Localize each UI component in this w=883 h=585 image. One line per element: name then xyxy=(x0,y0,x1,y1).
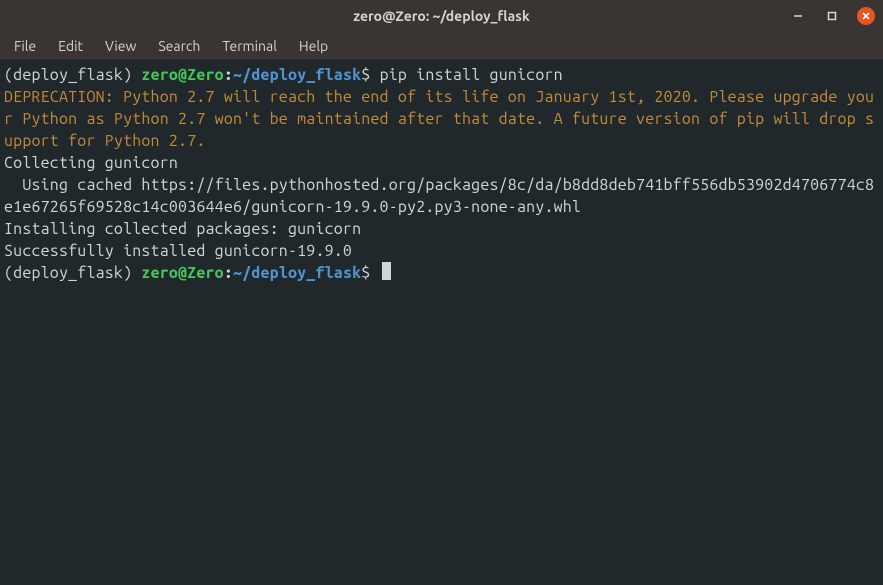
prompt-venv: (deploy_flask) xyxy=(4,66,141,84)
window-controls xyxy=(789,7,875,25)
terminal-area[interactable]: (deploy_flask) zero@Zero:~/deploy_flask$… xyxy=(0,60,883,290)
prompt-dollar: $ xyxy=(361,66,379,84)
prompt-path: ~/deploy_flask xyxy=(233,264,361,282)
menu-search[interactable]: Search xyxy=(148,35,210,57)
cursor xyxy=(382,262,391,280)
prompt-colon: : xyxy=(224,264,233,282)
prompt-user: zero@Zero xyxy=(141,264,223,282)
deprecation-warning: DEPRECATION: Python 2.7 will reach the e… xyxy=(4,88,874,150)
menu-file[interactable]: File xyxy=(4,35,46,57)
menu-terminal[interactable]: Terminal xyxy=(212,35,287,57)
menubar: File Edit View Search Terminal Help xyxy=(0,32,883,60)
titlebar: zero@Zero: ~/deploy_flask xyxy=(0,0,883,32)
output-line: Installing collected packages: gunicorn xyxy=(4,220,361,238)
prompt-path: ~/deploy_flask xyxy=(233,66,361,84)
close-button[interactable] xyxy=(857,7,875,25)
maximize-button[interactable] xyxy=(823,7,841,25)
menu-view[interactable]: View xyxy=(95,35,146,57)
prompt-dollar: $ xyxy=(361,264,379,282)
window-title: zero@Zero: ~/deploy_flask xyxy=(0,8,883,24)
prompt-user: zero@Zero xyxy=(141,66,223,84)
command-text: pip install gunicorn xyxy=(380,66,563,84)
output-line: Collecting gunicorn xyxy=(4,154,178,172)
prompt-venv: (deploy_flask) xyxy=(4,264,141,282)
output-line: Successfully installed gunicorn-19.9.0 xyxy=(4,242,352,260)
menu-edit[interactable]: Edit xyxy=(48,35,93,57)
prompt-colon: : xyxy=(224,66,233,84)
output-line: Using cached https://files.pythonhosted.… xyxy=(4,176,874,216)
minimize-button[interactable] xyxy=(789,7,807,25)
menu-help[interactable]: Help xyxy=(289,35,338,57)
